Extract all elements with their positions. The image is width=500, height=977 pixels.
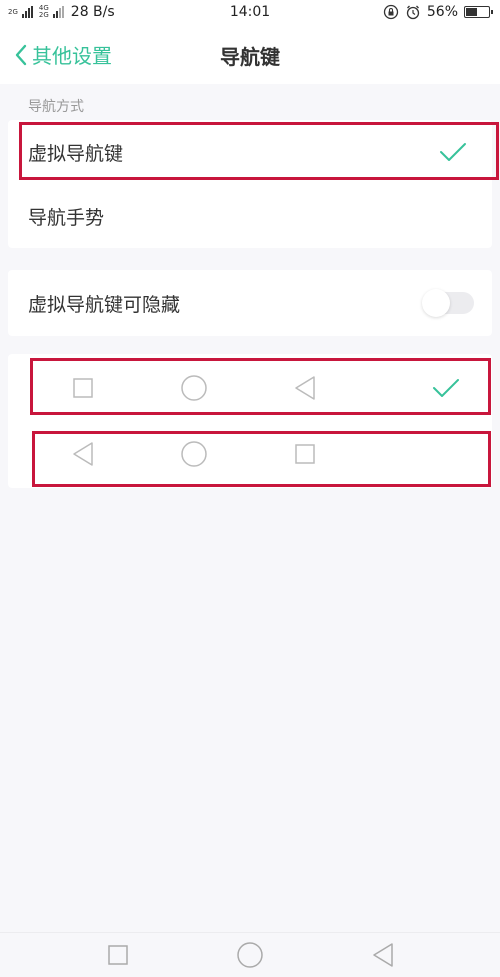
option-virtual-nav-keys[interactable]: 虚拟导航键: [8, 120, 492, 184]
system-nav-bar: [0, 932, 500, 977]
key-layout-card: [8, 354, 492, 488]
hide-toggle-switch[interactable]: [422, 289, 474, 317]
battery-percent: 56%: [426, 4, 458, 20]
circle-icon[interactable]: [236, 941, 264, 969]
section-label: 导航方式: [28, 99, 84, 115]
toggle-knob: [422, 289, 450, 317]
battery-fill: [466, 8, 477, 16]
back-triangle-icon[interactable]: [371, 942, 395, 968]
circle-icon: [181, 441, 207, 467]
option-label: 导航手势: [28, 206, 105, 229]
hide-toggle-label: 虚拟导航键可隐藏: [28, 293, 181, 316]
header: 其他设置 导航键: [0, 28, 500, 84]
option-nav-gestures[interactable]: 导航手势: [8, 184, 492, 248]
option-label: 虚拟导航键: [28, 142, 124, 165]
rotation-lock-icon: [383, 4, 399, 20]
hide-toggle-row[interactable]: 虚拟导航键可隐藏: [8, 270, 492, 336]
alarm-icon: [406, 5, 420, 20]
key-layout-option-1[interactable]: [8, 358, 492, 418]
circle-icon: [181, 375, 207, 401]
navigation-mode-card: 虚拟导航键 导航手势: [8, 120, 492, 248]
status-right: 56%: [383, 4, 493, 20]
square-icon[interactable]: [107, 944, 129, 966]
check-icon: [440, 143, 466, 161]
key-layout-option-2[interactable]: [8, 424, 492, 484]
square-icon: [295, 444, 315, 464]
screen: 2G 4G 2G 28 B/s 14:01 56% 其他设置 导航键 导航方式 …: [0, 0, 500, 977]
check-icon: [433, 379, 459, 397]
back-triangle-icon: [295, 376, 315, 400]
square-icon: [73, 378, 93, 398]
back-triangle-icon: [73, 442, 93, 466]
status-bar: 2G 4G 2G 28 B/s 14:01 56%: [0, 0, 500, 28]
page-title: 导航键: [220, 45, 280, 69]
hide-toggle-card: 虚拟导航键可隐藏: [8, 270, 492, 336]
battery-icon: [464, 6, 493, 18]
